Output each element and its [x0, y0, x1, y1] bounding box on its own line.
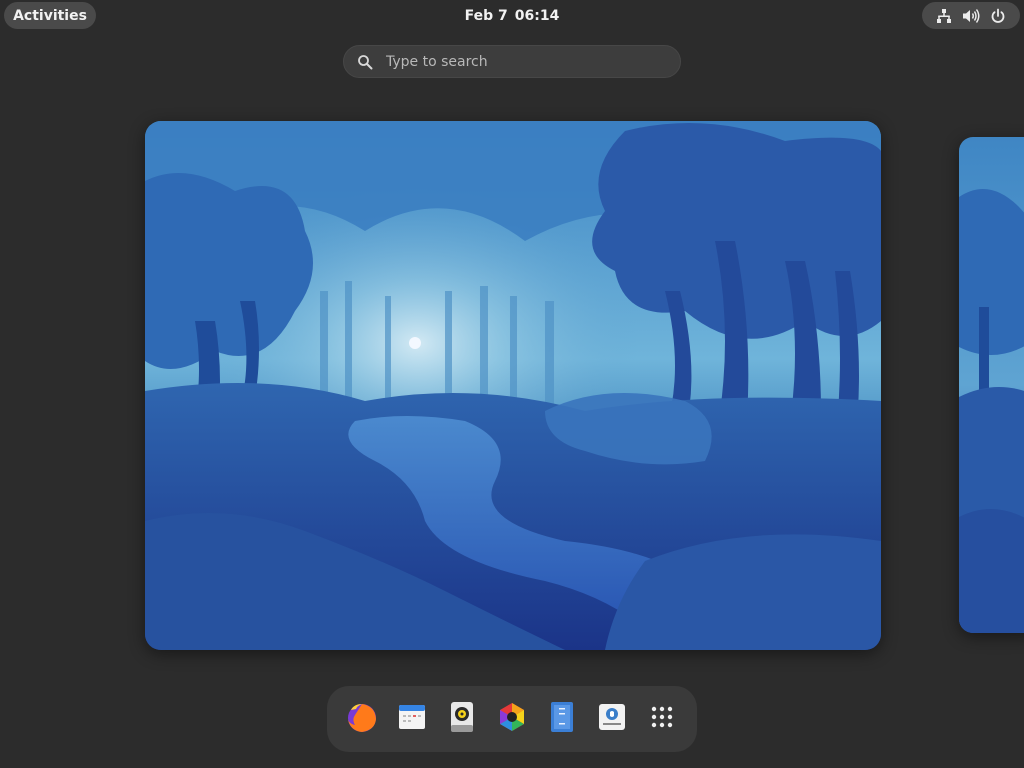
- workspace-thumbnail-active[interactable]: [145, 121, 881, 650]
- network-wired-icon: [935, 7, 953, 25]
- dock-item-calendar[interactable]: [392, 699, 432, 739]
- clock-time[interactable]: 06:14: [515, 8, 560, 24]
- volume-icon: [962, 7, 980, 25]
- activities-button[interactable]: Activities: [4, 2, 96, 29]
- calendar-icon: [397, 702, 427, 736]
- firefox-icon: [345, 700, 379, 738]
- power-icon: [989, 7, 1007, 25]
- workspace-thumbnail-next[interactable]: [959, 137, 1024, 633]
- search-bar[interactable]: [343, 45, 681, 78]
- overview-screen: Activities Feb 7 06:14: [0, 0, 1024, 768]
- search-icon: [357, 53, 375, 71]
- dock-item-rhythmbox[interactable]: [442, 699, 482, 739]
- system-menu[interactable]: [922, 2, 1020, 29]
- text-editor-icon: [550, 701, 574, 737]
- dock-item-show-apps[interactable]: [642, 699, 682, 739]
- clock-date[interactable]: Feb 7: [465, 8, 508, 24]
- dock-item-photos[interactable]: [492, 699, 532, 739]
- dash: [327, 686, 697, 752]
- dock-item-text-editor[interactable]: [542, 699, 582, 739]
- app-grid-icon: [650, 705, 674, 733]
- dock-item-firefox[interactable]: [342, 699, 382, 739]
- search-input[interactable]: [384, 52, 658, 71]
- forest-wallpaper: [959, 137, 1024, 633]
- dock-item-software[interactable]: [592, 699, 632, 739]
- color-wheel-icon: [496, 701, 528, 737]
- software-icon: [597, 702, 627, 736]
- clock: Feb 7 06:14: [0, 2, 1024, 29]
- forest-wallpaper: [145, 121, 881, 650]
- speaker-icon: [449, 701, 475, 737]
